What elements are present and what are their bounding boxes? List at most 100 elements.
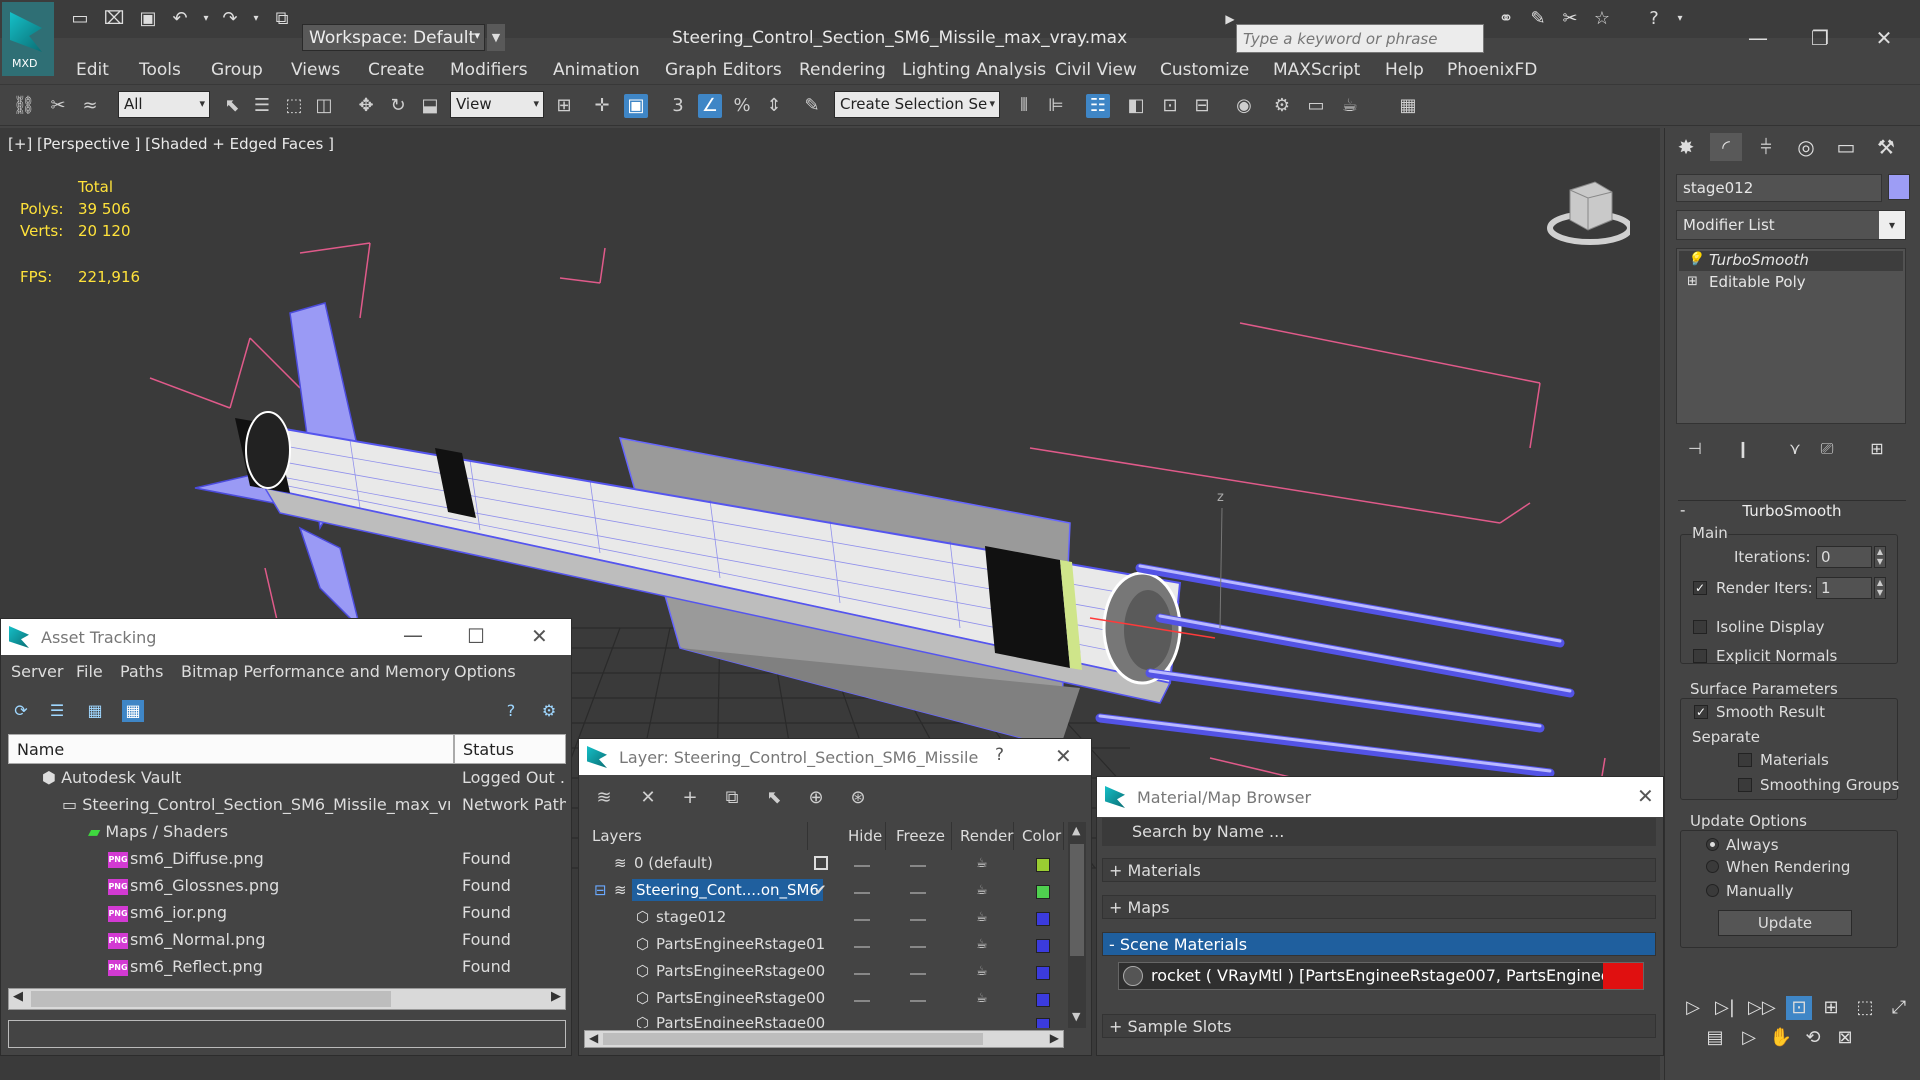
toggle-scene-explorer-icon[interactable]: ☷ — [1086, 94, 1110, 118]
render-teapot-icon[interactable]: ☕ — [976, 883, 988, 898]
pan-hand-icon[interactable]: ✋ — [1768, 1026, 1794, 1050]
binoculars-icon[interactable]: ⚭ — [1494, 8, 1518, 30]
object-color-swatch[interactable] — [1888, 174, 1910, 200]
add-to-layer-icon[interactable]: ⧉ — [720, 786, 744, 810]
restore-button[interactable]: ❐ — [1800, 24, 1840, 52]
percent-snap-icon[interactable]: % — [730, 94, 754, 118]
new-file-icon[interactable]: ▭ — [68, 8, 92, 30]
move-icon[interactable]: ✥ — [354, 94, 378, 118]
hide-toggle[interactable] — [854, 973, 870, 975]
layer-row-object[interactable]: ⬡ PartsEngineeRstage00 ☕ — [586, 960, 1066, 986]
column-header-freeze[interactable]: Freeze — [888, 822, 952, 850]
menu-bitmap-performance[interactable]: Bitmap Performance and Memory — [181, 662, 450, 681]
menu-phoenixfd[interactable]: PhoenixFD — [1447, 60, 1537, 80]
undo-icon[interactable]: ↶ — [168, 8, 192, 30]
maximize-toggle-icon[interactable]: ⊠ — [1832, 1026, 1858, 1050]
exchange-icon[interactable]: ✂ — [1558, 8, 1582, 30]
tree-row-diffuse[interactable]: PNG sm6_Diffuse.png — [108, 849, 450, 875]
redo-dropdown-icon[interactable]: ▾ — [244, 8, 268, 30]
close-icon[interactable]: ✕ — [531, 624, 548, 648]
separate-materials-checkbox[interactable] — [1738, 753, 1752, 767]
scrollbar-thumb[interactable] — [31, 991, 391, 1007]
select-by-name-icon[interactable]: ☰ — [250, 94, 274, 118]
menu-file[interactable]: File — [76, 662, 103, 681]
scrollbar-thumb[interactable] — [603, 1033, 983, 1045]
menu-rendering[interactable]: Rendering — [799, 60, 886, 80]
scroll-down-icon[interactable]: ▼ — [1072, 1010, 1080, 1023]
link-icon[interactable]: ⛓ — [12, 94, 36, 118]
zoom-extents-all-icon[interactable]: ⊡ — [1786, 996, 1812, 1020]
select-manipulate-icon[interactable]: ✛ — [590, 94, 614, 118]
close-button[interactable]: ✕ — [1864, 24, 1904, 52]
material-browser-titlebar[interactable]: Material/Map Browser ✕ — [1097, 777, 1663, 817]
render-teapot-icon[interactable]: ☕ — [976, 964, 988, 979]
rendered-frame-window-icon[interactable]: ▭ — [1304, 94, 1328, 118]
asset-tracking-titlebar[interactable]: Asset Tracking — ☐ ✕ — [1, 619, 571, 655]
mirror-icon[interactable]: ⫴ — [1012, 94, 1036, 118]
create-tab-sun-icon[interactable]: ✸ — [1670, 133, 1702, 161]
render-production-icon[interactable]: ☕ — [1338, 94, 1362, 118]
redo-icon[interactable]: ↷ — [218, 8, 242, 30]
menu-server[interactable]: Server — [11, 662, 63, 681]
material-search-input[interactable]: Search by Name ... — [1102, 818, 1656, 846]
app-logo-button[interactable]: MXD — [2, 2, 54, 76]
layer-row-object[interactable]: ⬡ stage012 ☕ — [586, 906, 1066, 932]
tree-row-maps-shaders[interactable]: ▰ Maps / Shaders — [88, 822, 450, 848]
list-view-icon[interactable]: ☰ — [46, 700, 68, 722]
tree-row-glossnes[interactable]: PNG sm6_Glossnes.png — [108, 876, 450, 902]
curve-editor-icon[interactable]: ⊡ — [1158, 94, 1182, 118]
menu-customize[interactable]: Customize — [1160, 60, 1249, 80]
current-layer-check-icon[interactable]: ✔ — [814, 881, 827, 899]
section-sample-slots[interactable]: + Sample Slots — [1102, 1014, 1656, 1038]
layer-color-swatch[interactable] — [1036, 1018, 1050, 1028]
save-file-icon[interactable]: ▣ — [136, 8, 160, 30]
menu-options[interactable]: Options — [454, 662, 516, 681]
layer-horizontal-scrollbar[interactable]: ◀ ▶ — [584, 1030, 1064, 1048]
make-unique-icon[interactable]: ⋎ — [1784, 438, 1806, 460]
layer-row-default[interactable]: ≋ 0 (default) ☕ — [586, 852, 1066, 878]
film-icon[interactable]: ▤ — [1702, 1026, 1728, 1050]
align-icon[interactable]: ⊫ — [1044, 94, 1068, 118]
viewcube[interactable] — [1540, 170, 1633, 250]
help-icon[interactable]: ? — [500, 700, 522, 722]
smooth-result-checkbox[interactable]: ✓ — [1694, 705, 1708, 719]
column-header-color[interactable]: Color — [1014, 822, 1064, 850]
motion-tab-icon[interactable]: ◎ — [1790, 133, 1822, 161]
material-editor-icon[interactable]: ◉ — [1232, 94, 1256, 118]
project-folder-icon[interactable]: ⧉ — [270, 8, 294, 30]
hide-toggle[interactable] — [854, 892, 870, 894]
maximize-viewport-icon[interactable]: ⤢ — [1886, 996, 1912, 1020]
layer-vertical-scrollbar[interactable]: ▲ ▼ — [1068, 822, 1086, 1028]
scale-icon[interactable]: ⬓ — [418, 94, 442, 118]
hierarchy-tab-icon[interactable]: ⫩ — [1750, 133, 1782, 161]
menu-edit[interactable]: Edit — [76, 60, 109, 80]
spinner-arrows-icon[interactable]: ▲ ▼ — [1874, 546, 1886, 568]
lightbulb-icon[interactable]: 💡 — [1687, 252, 1703, 267]
zoom-region-icon[interactable]: ⬚ — [1852, 996, 1878, 1020]
viewport-label-menu[interactable]: [+] [Perspective ] [Shaded + Edged Faces… — [8, 135, 334, 153]
bind-spacewarp-icon[interactable]: ≈ — [78, 94, 102, 118]
communication-icon[interactable]: ✎ — [1526, 8, 1550, 30]
menu-animation[interactable]: Animation — [553, 60, 640, 80]
hide-toggle[interactable] — [854, 946, 870, 948]
refresh-icon[interactable]: ⟳ — [10, 700, 32, 722]
object-name-field[interactable]: stage012 — [1676, 174, 1882, 202]
minimize-button[interactable]: — — [1738, 24, 1778, 52]
tree-row-reflect[interactable]: PNG sm6_Reflect.png — [108, 957, 450, 983]
undo-dropdown-icon[interactable]: ▾ — [194, 8, 218, 30]
tree-row-normal[interactable]: PNG sm6_Normal.png — [108, 930, 450, 956]
close-icon[interactable]: ✕ — [1637, 784, 1654, 808]
utilities-tab-icon[interactable]: ⚒ — [1870, 133, 1902, 161]
zoom-extents-icon[interactable]: ⊞ — [1818, 996, 1844, 1020]
update-button[interactable]: Update — [1718, 910, 1852, 936]
scroll-right-icon[interactable]: ▶ — [1050, 1031, 1059, 1045]
orbit-icon[interactable]: ⟲ — [1800, 1026, 1826, 1050]
section-maps[interactable]: + Maps — [1102, 895, 1656, 919]
menu-civil-view[interactable]: Civil View — [1055, 60, 1137, 80]
display-tab-icon[interactable]: ▭ — [1830, 133, 1862, 161]
table-view-icon[interactable]: ▦ — [122, 700, 144, 722]
freeze-toggle[interactable] — [910, 946, 926, 948]
hide-toggle[interactable] — [854, 919, 870, 921]
scroll-up-icon[interactable]: ▲ — [1072, 824, 1080, 837]
thumbnail-view-icon[interactable]: ▦ — [84, 700, 106, 722]
